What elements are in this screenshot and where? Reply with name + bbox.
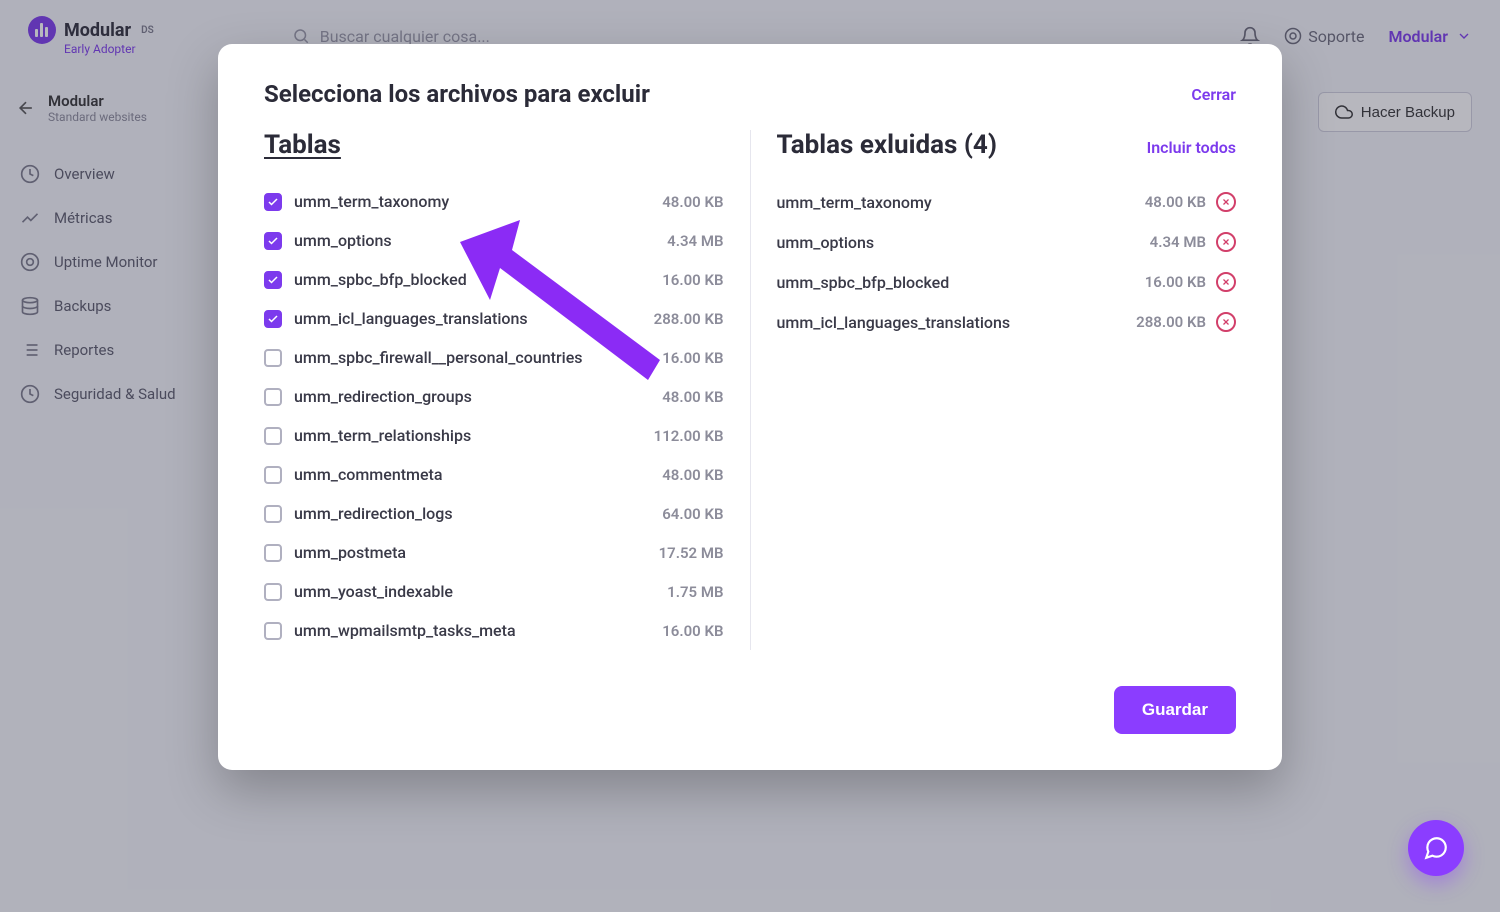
excluded-name: umm_icl_languages_translations (777, 313, 1011, 332)
table-name: umm_redirection_logs (294, 504, 453, 523)
excluded-row: umm_term_taxonomy 48.00 KB (777, 182, 1237, 222)
checkbox[interactable] (264, 310, 282, 328)
checkbox[interactable] (264, 622, 282, 640)
table-size: 16.00 KB (662, 271, 723, 289)
modal-overlay: Selecciona los archivos para excluir Cer… (0, 0, 1500, 912)
table-size: 48.00 KB (662, 388, 723, 406)
table-name: umm_commentmeta (294, 465, 443, 484)
table-name: umm_redirection_groups (294, 387, 472, 406)
table-row[interactable]: umm_spbc_bfp_blocked 16.00 KB (264, 260, 724, 299)
checkbox[interactable] (264, 427, 282, 445)
excluded-row: umm_icl_languages_translations 288.00 KB (777, 302, 1237, 342)
table-size: 17.52 MB (659, 544, 724, 562)
excluded-size: 16.00 KB (1145, 273, 1206, 291)
table-name: umm_spbc_firewall__personal_countries (294, 348, 583, 367)
excluded-row: umm_spbc_bfp_blocked 16.00 KB (777, 262, 1237, 302)
checkbox[interactable] (264, 466, 282, 484)
table-row[interactable]: umm_redirection_groups 48.00 KB (264, 377, 724, 416)
chat-fab[interactable] (1408, 820, 1464, 876)
checkbox[interactable] (264, 271, 282, 289)
remove-icon[interactable] (1216, 272, 1236, 292)
close-button[interactable]: Cerrar (1191, 85, 1236, 104)
checkbox[interactable] (264, 544, 282, 562)
table-size: 16.00 KB (662, 349, 723, 367)
table-name: umm_yoast_indexable (294, 582, 453, 601)
checkbox[interactable] (264, 193, 282, 211)
table-name: umm_term_relationships (294, 426, 471, 445)
excluded-column: Tablas exluidas (4) Incluir todos umm_te… (777, 130, 1237, 650)
tables-heading[interactable]: Tablas (264, 130, 341, 160)
table-size: 1.75 MB (667, 583, 723, 601)
table-row[interactable]: umm_postmeta 17.52 MB (264, 533, 724, 572)
table-row[interactable]: umm_redirection_logs 64.00 KB (264, 494, 724, 533)
checkbox[interactable] (264, 349, 282, 367)
table-name: umm_term_taxonomy (294, 192, 449, 211)
save-button[interactable]: Guardar (1114, 686, 1236, 734)
table-name: umm_options (294, 231, 392, 250)
excluded-name: umm_spbc_bfp_blocked (777, 273, 950, 292)
table-size: 64.00 KB (662, 505, 723, 523)
excluded-row: umm_options 4.34 MB (777, 222, 1237, 262)
chat-icon (1423, 835, 1449, 861)
table-size: 112.00 KB (654, 427, 724, 445)
checkbox[interactable] (264, 232, 282, 250)
excluded-size: 4.34 MB (1150, 233, 1206, 251)
table-row[interactable]: umm_icl_languages_translations 288.00 KB (264, 299, 724, 338)
table-row[interactable]: umm_wpmailsmtp_tasks_meta 16.00 KB (264, 611, 724, 650)
remove-icon[interactable] (1216, 312, 1236, 332)
excluded-name: umm_term_taxonomy (777, 193, 932, 212)
excluded-name: umm_options (777, 233, 875, 252)
excluded-size: 288.00 KB (1136, 313, 1206, 331)
tables-column: Tablas umm_term_taxonomy 48.00 KB umm_opti… (264, 130, 751, 650)
table-name: umm_postmeta (294, 543, 406, 562)
remove-icon[interactable] (1216, 232, 1236, 252)
include-all-button[interactable]: Incluir todos (1147, 138, 1236, 157)
table-name: umm_icl_languages_translations (294, 309, 528, 328)
checkbox[interactable] (264, 505, 282, 523)
remove-icon[interactable] (1216, 192, 1236, 212)
table-name: umm_spbc_bfp_blocked (294, 270, 467, 289)
table-row[interactable]: umm_term_relationships 112.00 KB (264, 416, 724, 455)
table-size: 4.34 MB (667, 232, 723, 250)
excluded-heading: Tablas exluidas (4) (777, 130, 997, 160)
table-row[interactable]: umm_spbc_firewall__personal_countries 16.… (264, 338, 724, 377)
table-size: 16.00 KB (662, 622, 723, 640)
table-name: umm_wpmailsmtp_tasks_meta (294, 621, 516, 640)
table-size: 48.00 KB (662, 193, 723, 211)
table-row[interactable]: umm_term_taxonomy 48.00 KB (264, 182, 724, 221)
checkbox[interactable] (264, 583, 282, 601)
checkbox[interactable] (264, 388, 282, 406)
excluded-size: 48.00 KB (1145, 193, 1206, 211)
table-row[interactable]: umm_options 4.34 MB (264, 221, 724, 260)
table-size: 288.00 KB (654, 310, 724, 328)
table-row[interactable]: umm_commentmeta 48.00 KB (264, 455, 724, 494)
table-row[interactable]: umm_yoast_indexable 1.75 MB (264, 572, 724, 611)
table-size: 48.00 KB (662, 466, 723, 484)
exclude-files-modal: Selecciona los archivos para excluir Cer… (218, 44, 1282, 770)
modal-title: Selecciona los archivos para excluir (264, 80, 650, 108)
